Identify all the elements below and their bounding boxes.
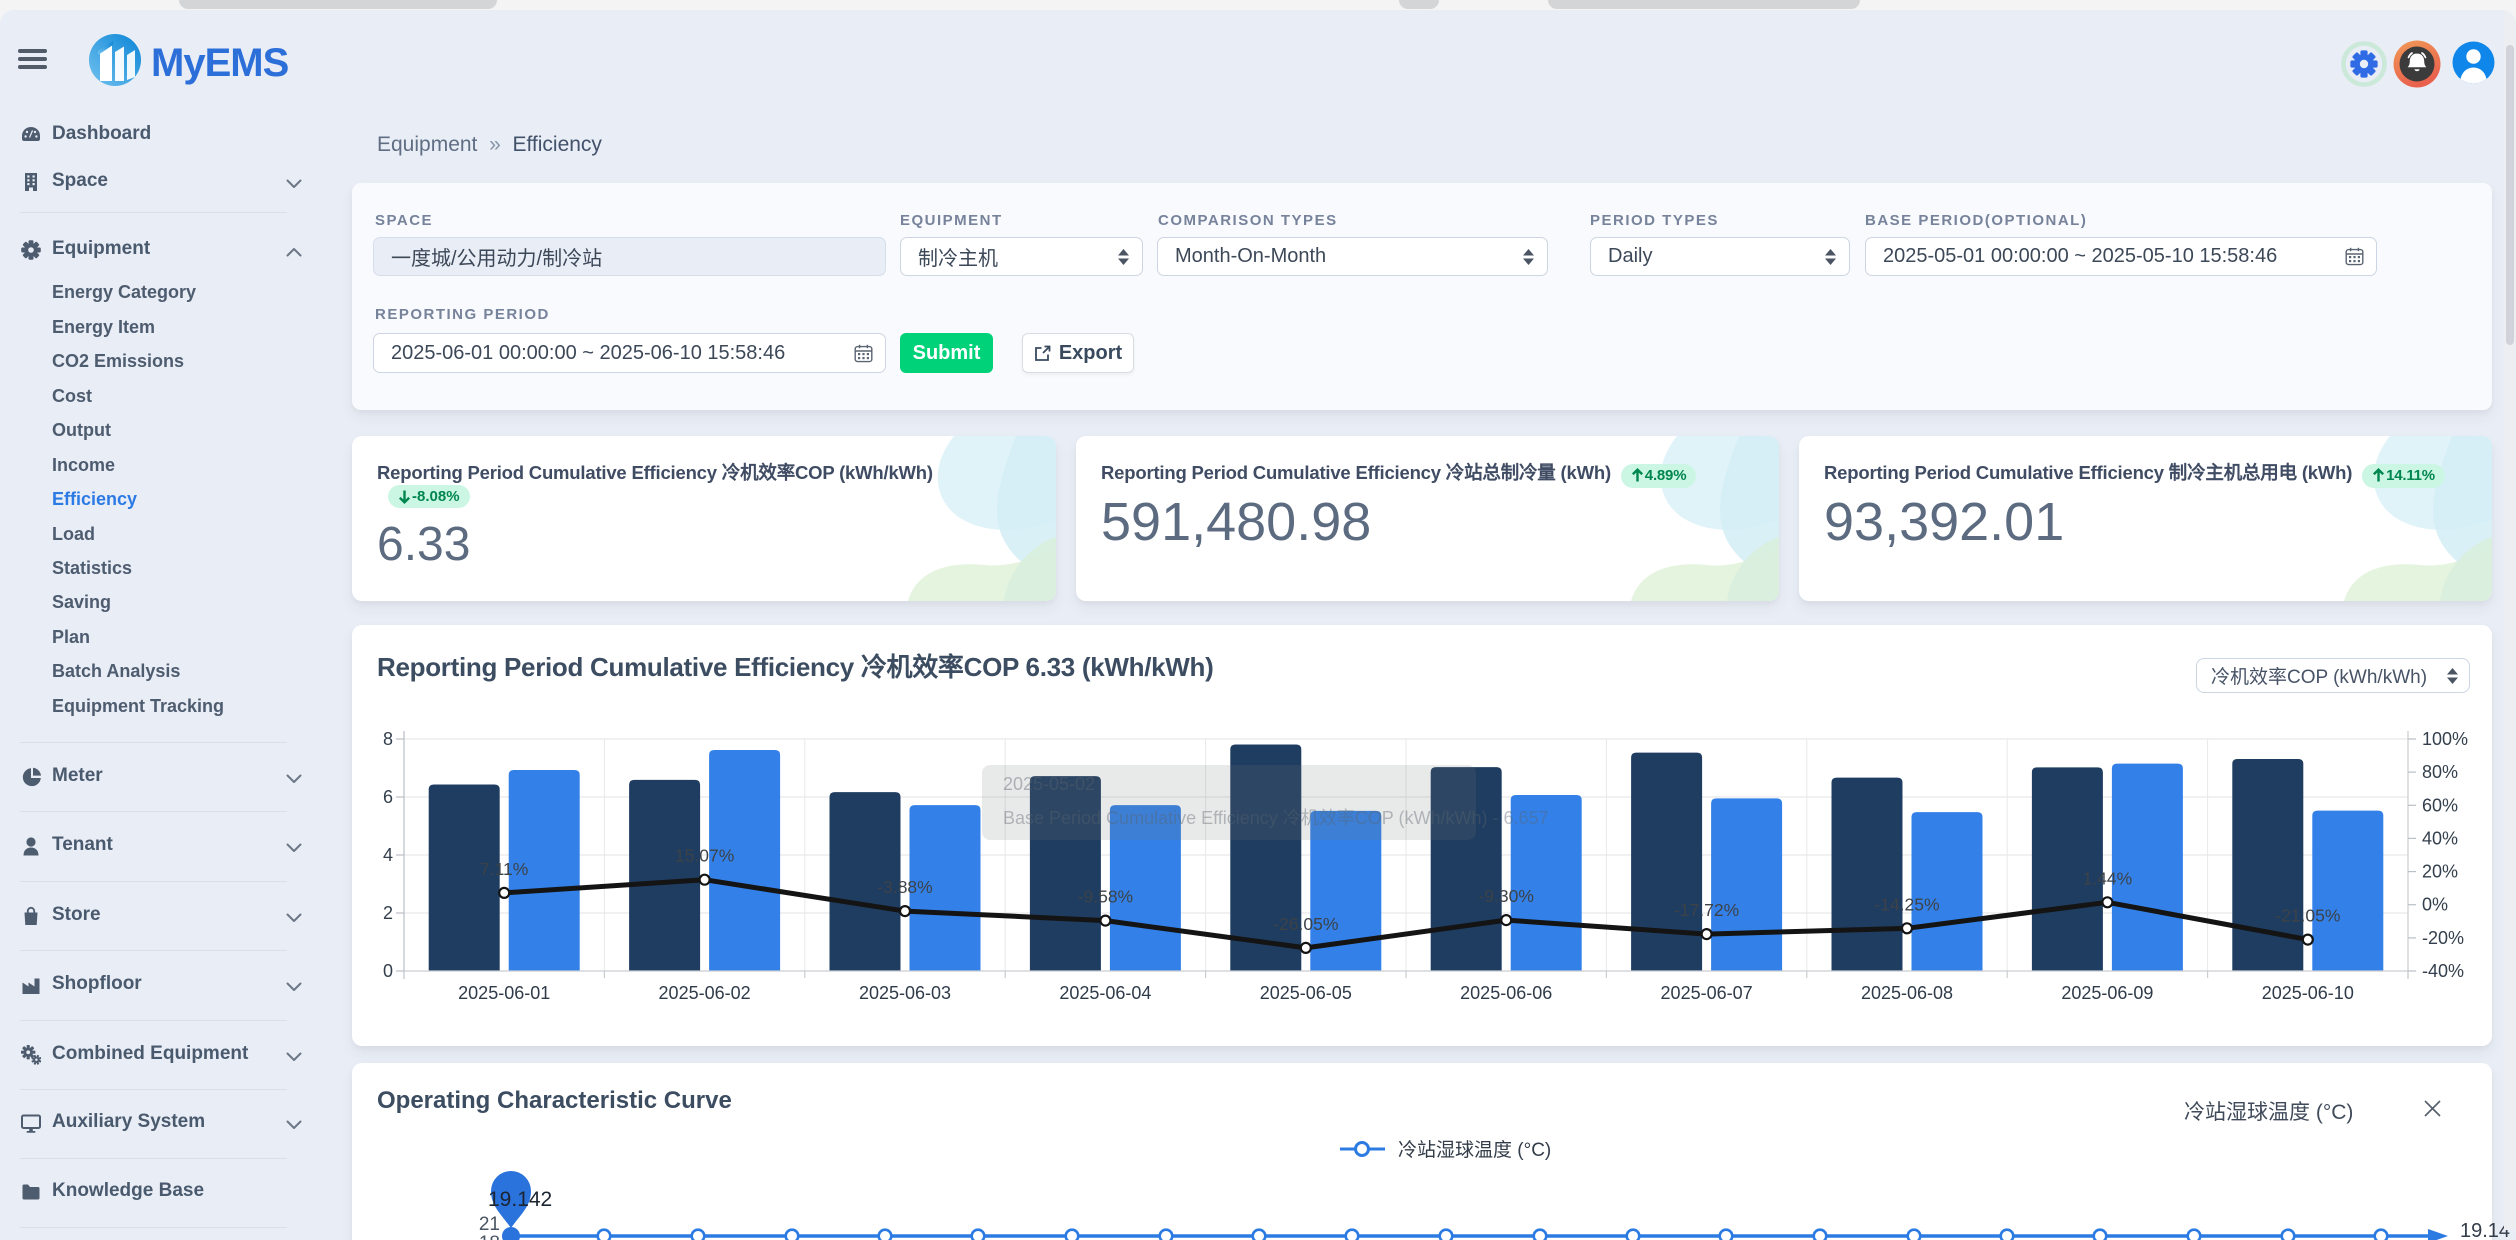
svg-text:2025-06-09: 2025-06-09 <box>2061 983 2153 1003</box>
svg-text:40%: 40% <box>2422 828 2458 848</box>
svg-text:-3.88%: -3.88% <box>877 877 932 897</box>
svg-text:2025-06-03: 2025-06-03 <box>859 983 951 1003</box>
svg-text:-9.30%: -9.30% <box>1478 886 1533 906</box>
svg-text:2025-06-10: 2025-06-10 <box>2262 983 2354 1003</box>
svg-text:Base Period Cumulative Efficie: Base Period Cumulative Efficiency 冷机效率CO… <box>1003 808 1549 828</box>
svg-text:2025-06-02: 2025-06-02 <box>659 983 751 1003</box>
svg-text:2025-06-07: 2025-06-07 <box>1661 983 1753 1003</box>
svg-text:21: 21 <box>479 1214 500 1235</box>
svg-text:-26.05%: -26.05% <box>1273 914 1338 934</box>
svg-text:1.44%: 1.44% <box>2083 868 2133 888</box>
svg-text:80%: 80% <box>2422 762 2458 782</box>
svg-text:60%: 60% <box>2422 795 2458 815</box>
svg-text:100%: 100% <box>2422 729 2468 749</box>
svg-text:2025-06-08: 2025-06-08 <box>1861 983 1953 1003</box>
svg-text:2025-06-06: 2025-06-06 <box>1460 983 1552 1003</box>
svg-text:-40%: -40% <box>2422 961 2464 981</box>
svg-text:15.07%: 15.07% <box>675 846 734 866</box>
svg-text:-21.05%: -21.05% <box>2275 906 2340 926</box>
svg-text:-20%: -20% <box>2422 928 2464 948</box>
svg-text:20%: 20% <box>2422 862 2458 882</box>
svg-text:7.11%: 7.11% <box>480 859 528 879</box>
svg-text:18: 18 <box>479 1233 500 1240</box>
svg-text:冷站湿球温度 (°C): 冷站湿球温度 (°C) <box>1398 1139 1551 1161</box>
svg-text:4: 4 <box>383 845 393 865</box>
svg-text:2025-06-01: 2025-06-01 <box>458 983 550 1003</box>
svg-text:8: 8 <box>383 729 393 749</box>
svg-text:-17.72%: -17.72% <box>1674 900 1739 920</box>
svg-text:19.142: 19.142 <box>488 1188 552 1211</box>
svg-text:6: 6 <box>383 787 393 807</box>
svg-text:19.14: 19.14 <box>2460 1220 2510 1240</box>
svg-text:-9.58%: -9.58% <box>1078 887 1133 907</box>
svg-text:-14.25%: -14.25% <box>1874 894 1939 914</box>
svg-text:2: 2 <box>383 903 393 923</box>
svg-text:2025-06-05: 2025-06-05 <box>1260 983 1352 1003</box>
svg-text:0: 0 <box>383 961 393 981</box>
svg-text:2025-06-04: 2025-06-04 <box>1059 983 1151 1003</box>
svg-text:2025-05-02: 2025-05-02 <box>1003 774 1095 794</box>
svg-text:0%: 0% <box>2422 895 2448 915</box>
